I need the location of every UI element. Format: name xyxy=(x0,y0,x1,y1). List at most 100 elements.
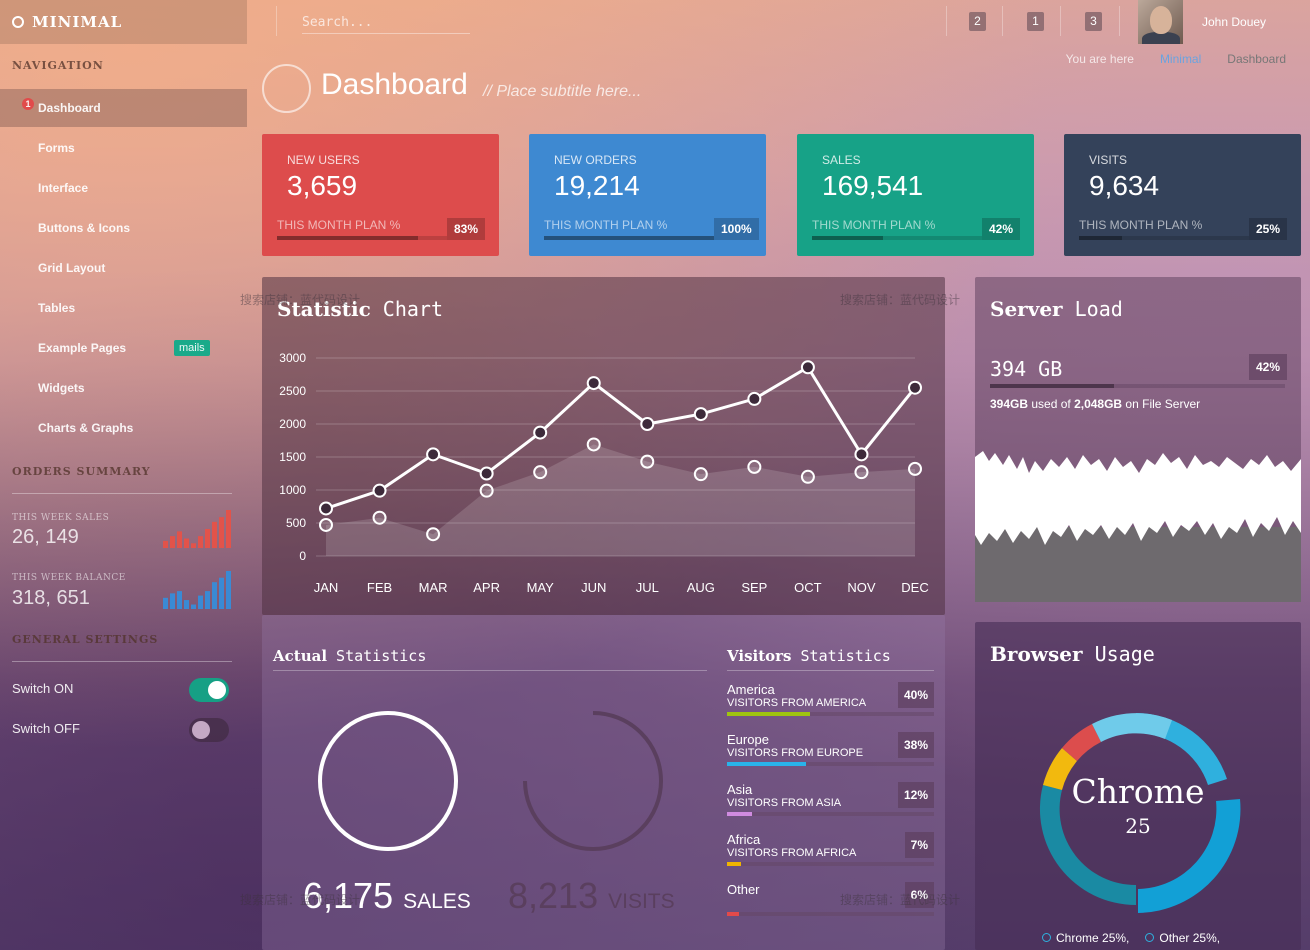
watermark: 搜索店铺：蓝代码设计 xyxy=(240,893,361,907)
x-tick-label: MAY xyxy=(527,580,555,595)
y-tick-label: 2000 xyxy=(279,417,306,431)
series-2-point xyxy=(908,461,922,476)
browser-legend: Chrome 25%, Other 25%, xyxy=(1042,931,1220,945)
visits-stat: 8,213 VISITS xyxy=(508,875,675,917)
visits-label: VISITS xyxy=(608,890,675,913)
sidebar-item-interface[interactable]: Interface xyxy=(0,169,247,207)
divider xyxy=(12,493,232,494)
series-2-point xyxy=(479,483,494,498)
notification-badge-1[interactable]: 2 xyxy=(969,12,986,31)
title-bold: Browser xyxy=(990,642,1083,666)
server-used: 394GB xyxy=(990,397,1029,411)
visitor-progress xyxy=(727,862,934,866)
donut-center-label: Chrome xyxy=(1071,772,1205,811)
x-tick-label: JAN xyxy=(314,580,339,595)
browser-usage-title: Browser Usage xyxy=(990,642,1155,666)
title-rest: Statistics xyxy=(327,647,427,665)
switch-off-toggle[interactable] xyxy=(189,718,229,742)
visitor-region: Africa xyxy=(727,832,761,847)
y-tick-label: 2500 xyxy=(279,384,306,398)
search-input[interactable] xyxy=(302,12,470,34)
logo[interactable]: MINIMAL xyxy=(0,0,247,44)
sidebar-item-buttons-icons[interactable]: Buttons & Icons xyxy=(0,209,247,247)
x-tick-label: OCT xyxy=(794,580,822,595)
x-tick-label: NOV xyxy=(847,580,876,595)
sidebar-item-label: Buttons & Icons xyxy=(38,221,130,235)
series-2-point xyxy=(854,465,869,480)
visits-ring xyxy=(523,711,663,851)
card-progress xyxy=(277,236,447,240)
avatar[interactable] xyxy=(1138,0,1183,44)
series-1-point xyxy=(640,417,655,431)
x-tick-label: JUL xyxy=(636,580,659,595)
title-bold: Visitors xyxy=(727,647,792,665)
page-icon xyxy=(262,64,311,113)
series-2-point xyxy=(372,510,387,525)
card-label: VISITS xyxy=(1089,153,1128,167)
x-tick-label: JUN xyxy=(581,580,606,595)
title-rest: Usage xyxy=(1082,642,1155,666)
card-plan-label: THIS MONTH PLAN % xyxy=(544,218,668,232)
card-progress xyxy=(812,236,982,240)
donut-segment xyxy=(1092,713,1172,742)
card-value: 3,659 xyxy=(287,170,358,201)
visits-value: 8,213 xyxy=(508,875,599,916)
visitor-row-africa: Africa VISITORS FROM AFRICA 7% xyxy=(727,832,934,880)
card-progress xyxy=(1079,236,1249,240)
series-1-point xyxy=(586,376,601,391)
visitor-percent: 12% xyxy=(897,782,934,808)
spark-bar xyxy=(177,591,182,609)
sidebar-item-example-pages[interactable]: Example Pages mails xyxy=(0,329,247,367)
week-sales-sparkbar xyxy=(163,510,231,548)
week-balance-value: 318, 651 xyxy=(12,587,90,609)
visitor-percent: 38% xyxy=(897,732,934,758)
card-progress xyxy=(544,236,714,240)
sidebar-item-forms[interactable]: Forms xyxy=(0,129,247,167)
card-percent: 83% xyxy=(447,218,486,240)
legend-dot-icon xyxy=(1042,933,1051,942)
notification-badge-2[interactable]: 1 xyxy=(1027,12,1044,31)
visitor-progress xyxy=(727,762,934,766)
sidebar-item-grid-layout[interactable]: Grid Layout xyxy=(0,249,247,287)
card-label: NEW ORDERS xyxy=(554,153,637,167)
card-label: NEW USERS xyxy=(287,153,360,167)
app-name: MINIMAL xyxy=(32,13,123,31)
visitor-progress xyxy=(727,712,934,716)
legend-name: Other xyxy=(1159,931,1190,945)
title-bold: Actual xyxy=(273,647,328,665)
legend-value: 25%, xyxy=(1192,931,1221,945)
sidebar-item-tables[interactable]: Tables xyxy=(0,289,247,327)
sidebar-item-label: Grid Layout xyxy=(38,261,106,275)
sidebar-item-label: Charts & Graphs xyxy=(38,421,134,435)
page-title: Dashboard xyxy=(321,68,468,101)
legend-value: 25%, xyxy=(1102,931,1130,945)
visitor-desc: VISITORS FROM EUROPE xyxy=(727,747,864,759)
top-bar: MINIMAL 2 1 3 John Douey xyxy=(0,0,1310,44)
y-tick-label: 0 xyxy=(299,549,306,563)
week-sales-value: 26, 149 xyxy=(12,526,79,548)
page-subtitle: // Place subtitle here... xyxy=(483,83,642,100)
visitor-progress xyxy=(727,912,934,916)
user-name[interactable]: John Douey xyxy=(1202,15,1266,29)
visitor-row-europe: Europe VISITORS FROM EUROPE 38% xyxy=(727,732,934,780)
series-1-point xyxy=(426,447,441,462)
sidebar-item-charts-graphs[interactable]: Charts & Graphs xyxy=(0,409,247,447)
notification-badge-3[interactable]: 3 xyxy=(1085,12,1102,31)
server-load-percent: 42% xyxy=(1249,354,1288,380)
breadcrumb-link-minimal[interactable]: Minimal xyxy=(1160,52,1201,66)
sidebar-item-dashboard[interactable]: 1 Dashboard xyxy=(0,89,247,127)
series-1-point xyxy=(533,425,548,440)
spark-bar xyxy=(219,577,224,609)
switch-off-label: Switch OFF xyxy=(12,721,80,736)
sales-ring xyxy=(318,711,458,851)
sidebar-item-widgets[interactable]: Widgets xyxy=(0,369,247,407)
spark-bar xyxy=(163,540,168,548)
legend-name: Chrome xyxy=(1056,931,1099,945)
series-1-point xyxy=(372,483,387,498)
spark-bar xyxy=(184,600,189,609)
switch-on-toggle[interactable] xyxy=(189,678,229,702)
series-2-point xyxy=(426,527,441,542)
card-visits: VISITS 9,634 THIS MONTH PLAN % 25% xyxy=(1064,134,1301,256)
series-1-point xyxy=(479,466,494,481)
sidebar-item-label: Interface xyxy=(38,181,89,195)
